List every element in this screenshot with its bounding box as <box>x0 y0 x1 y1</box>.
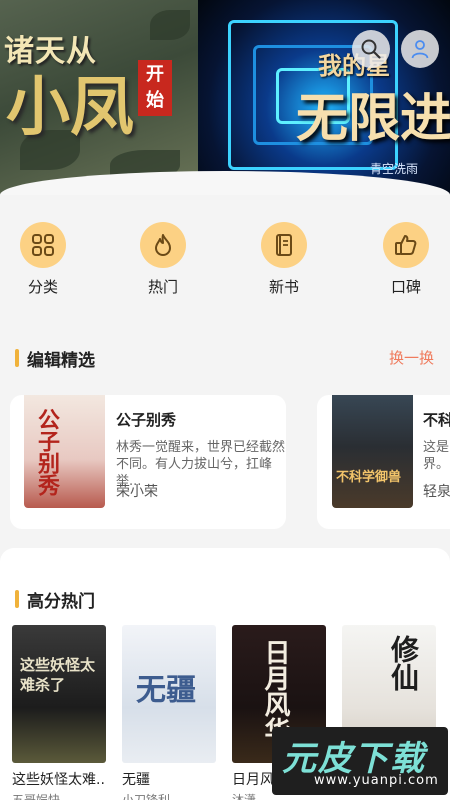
banner-author: 青空洗雨 <box>370 162 419 176</box>
section-accent-bar <box>15 590 19 608</box>
search-button[interactable] <box>352 30 390 68</box>
watermark-url: www.yuanpi.com <box>314 773 439 788</box>
banner-badge: 开始 <box>138 60 172 116</box>
banner-carousel[interactable]: 诸天从 小凤 开始 我的星 无限进 青空洗雨 <box>0 0 450 195</box>
book-author: 五哥娱快 <box>12 793 61 800</box>
book-cover: 无疆 <box>122 625 216 763</box>
category-label: 口碑 <box>390 278 421 296</box>
hot-header: 高分热门 <box>0 584 450 614</box>
app-page: 诸天从 小凤 开始 我的星 无限进 青空洗雨 分类 热门 新书 口碑 编辑精选 … <box>0 0 450 800</box>
cover-title: 无疆 <box>136 673 196 708</box>
banner-title-big: 无限进 <box>296 88 450 149</box>
flame-icon <box>140 222 186 268</box>
pick-card[interactable]: 不科学御兽 不科 这是界。 轻泉 <box>317 395 450 529</box>
section-accent-bar <box>15 349 19 367</box>
pick-card[interactable]: 公子别秀 公子别秀 林秀一觉醒来，世界已经截然不同。有人力拔山兮，扛峰举... … <box>10 395 286 529</box>
category-new[interactable]: 新书 <box>249 222 319 297</box>
book-author: 荣小荣 <box>116 484 158 500</box>
category-label: 分类 <box>27 278 58 296</box>
category-nav: 分类 热门 新书 口碑 <box>0 210 450 310</box>
category-label: 新书 <box>268 278 299 296</box>
category-classify[interactable]: 分类 <box>8 222 78 297</box>
section-title: 高分热门 <box>27 592 95 612</box>
cover-title: 不科学御兽 <box>336 470 402 485</box>
book-author: 小刀锋利 <box>122 793 171 800</box>
user-icon <box>411 40 429 59</box>
book-name: 公子别秀 <box>116 411 177 429</box>
book-cover: 不科学御兽 <box>332 395 413 508</box>
watermark: 元皮下载 www.yuanpi.com <box>272 727 448 795</box>
cover-title: 修仙 <box>387 635 420 691</box>
banner-slide-1[interactable]: 诸天从 小凤 开始 <box>0 0 198 195</box>
section-title: 编辑精选 <box>27 351 95 371</box>
category-label: 热门 <box>147 278 178 296</box>
book-author: 轻泉 <box>423 484 450 500</box>
hot-book[interactable]: 无疆 无疆 小刀锋利 <box>122 625 216 800</box>
cover-title: 这些妖怪太难杀了 <box>20 656 96 694</box>
book-icon <box>261 222 307 268</box>
grid-icon <box>20 222 66 268</box>
refresh-button[interactable]: 换一换 <box>389 347 434 368</box>
search-icon <box>361 39 381 59</box>
category-reputation[interactable]: 口碑 <box>371 222 441 297</box>
book-name: 这些妖怪太难... <box>12 772 106 788</box>
hot-book[interactable]: 这些妖怪太难杀了 这些妖怪太难... 五哥娱快 <box>12 625 106 800</box>
editor-picks-header: 编辑精选 换一换 <box>0 343 450 373</box>
banner-title-big: 小凤 <box>6 70 134 145</box>
book-name: 无疆 <box>122 772 150 788</box>
book-description: 这是界。 <box>423 440 450 472</box>
book-cover: 这些妖怪太难杀了 <box>12 625 106 763</box>
book-cover: 公子别秀 <box>24 395 105 508</box>
banner-slide-2[interactable]: 我的星 无限进 青空洗雨 <box>198 0 450 195</box>
user-button[interactable] <box>401 30 439 68</box>
book-name: 不科 <box>423 411 450 429</box>
category-hot[interactable]: 热门 <box>128 222 198 297</box>
leaf-decoration <box>150 10 190 40</box>
thumbs-up-icon <box>383 222 429 268</box>
cover-title: 公子别秀 <box>34 408 60 496</box>
